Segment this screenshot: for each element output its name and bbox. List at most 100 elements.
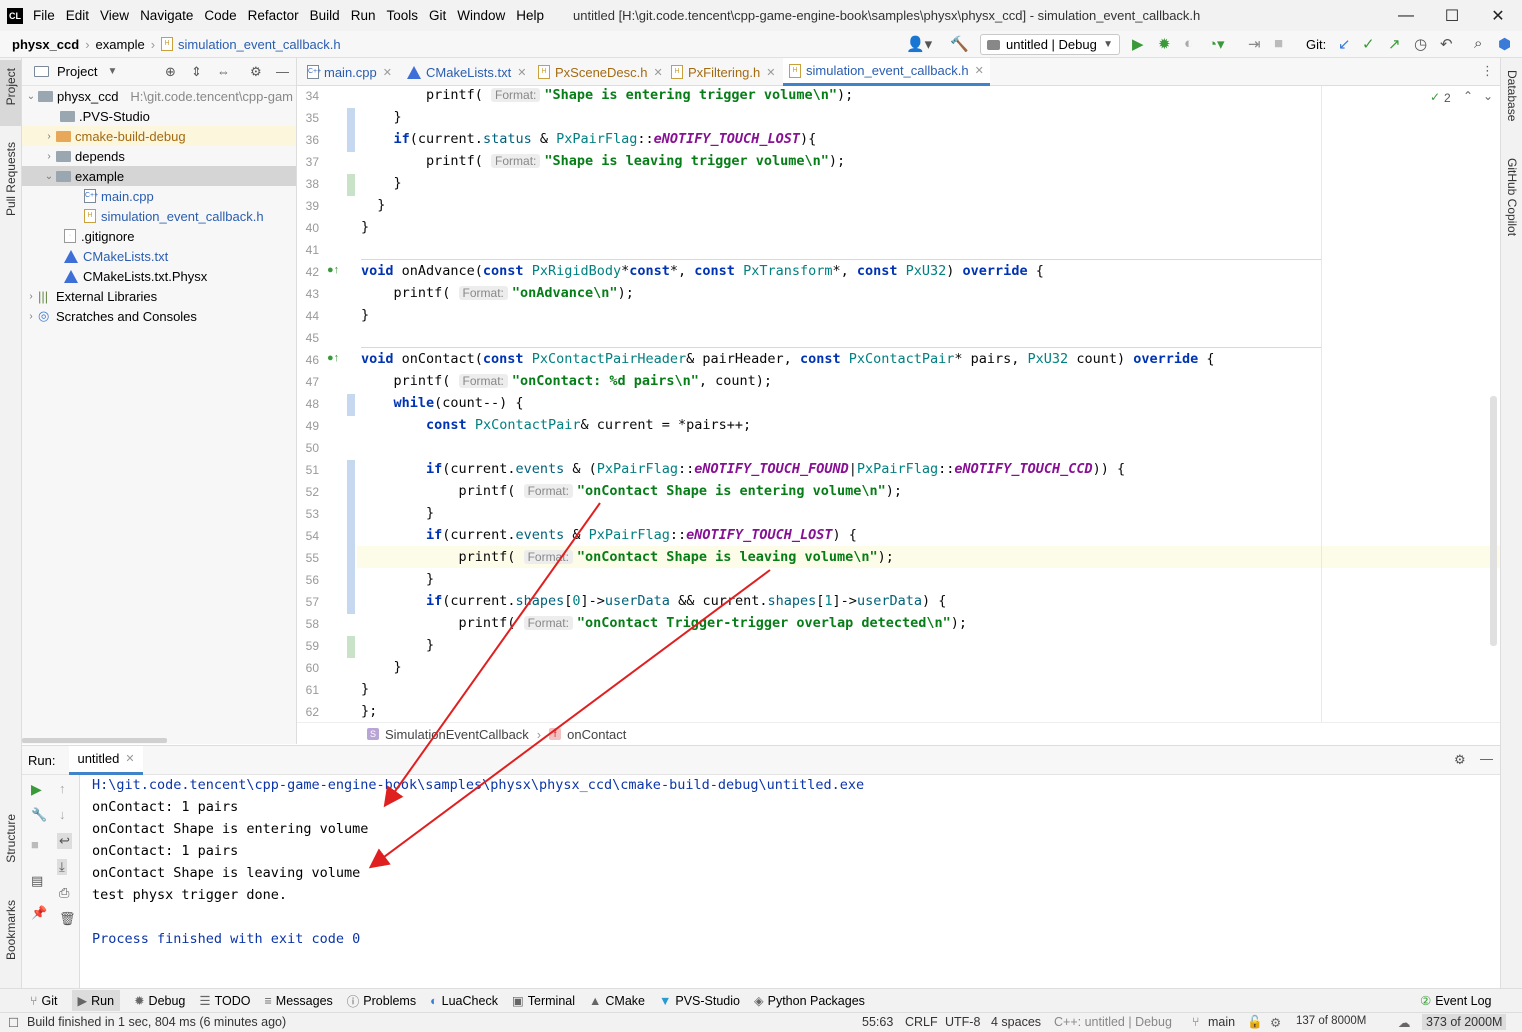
project-panel-title[interactable]: Project xyxy=(57,64,97,79)
vertical-scrollbar[interactable] xyxy=(1490,396,1497,646)
coverage-icon[interactable]: ◔▾ xyxy=(1208,35,1225,53)
git-history-icon[interactable]: ◷ xyxy=(1414,35,1427,53)
line-number[interactable]: 50 xyxy=(297,441,319,455)
down-arrow-icon[interactable]: ↓ xyxy=(59,807,66,822)
line-number[interactable]: 48 xyxy=(297,397,319,411)
layout-icon[interactable]: ▤ xyxy=(31,873,43,889)
line-number[interactable]: 58 xyxy=(297,617,319,631)
tab-pxscenedesc[interactable]: H PxSceneDesc.h ✕ xyxy=(532,58,669,86)
tool-project[interactable]: Project xyxy=(4,68,18,105)
line-number[interactable]: 35 xyxy=(297,111,319,125)
print-icon[interactable]: ⎙ xyxy=(59,885,69,901)
chevron-down-icon[interactable]: ⌄ xyxy=(1483,89,1493,103)
tree-item-pvs-studio[interactable]: .PVS-Studio xyxy=(22,106,296,126)
close-icon[interactable]: ✕ xyxy=(975,64,984,77)
vcs-change-marker[interactable] xyxy=(347,482,355,504)
menu-build[interactable]: Build xyxy=(310,8,340,23)
soft-wrap-icon[interactable]: ↩ xyxy=(57,833,72,849)
tool-pull-requests[interactable]: Pull Requests xyxy=(4,142,18,216)
tab-simulation-event-callback[interactable]: H simulation_event_callback.h ✕ xyxy=(783,58,990,86)
line-number[interactable]: 60 xyxy=(297,661,319,675)
close-icon[interactable]: ✕ xyxy=(517,66,526,79)
search-icon[interactable]: ⌕ xyxy=(1474,35,1482,52)
line-number[interactable]: 51 xyxy=(297,463,319,477)
git-rollback-icon[interactable]: ↶ xyxy=(1440,35,1453,53)
tool-luacheck[interactable]: ◐ LuaCheck xyxy=(430,994,498,1008)
line-number[interactable]: 34 xyxy=(297,89,319,103)
resolve-context[interactable]: C++: untitled | Debug xyxy=(1054,1015,1172,1029)
close-icon[interactable]: ✕ xyxy=(766,66,775,79)
pin-icon[interactable]: 📌 xyxy=(31,905,47,921)
menu-window[interactable]: Window xyxy=(457,8,505,23)
git-update-icon[interactable]: ↙ xyxy=(1338,35,1351,53)
tree-item-gitignore[interactable]: · .gitignore xyxy=(22,226,296,246)
breadcrumb-folder[interactable]: example xyxy=(96,37,145,52)
chevron-up-icon[interactable]: ⌃ xyxy=(1463,89,1473,103)
chevron-down-icon[interactable]: ▼ xyxy=(107,66,117,77)
settings-status-icon[interactable]: ⚙ xyxy=(1270,1015,1281,1030)
collapse-all-icon[interactable]: ⇔ xyxy=(217,64,230,79)
line-number[interactable]: 61 xyxy=(297,683,319,697)
run-tab-untitled[interactable]: untitled ✕ xyxy=(69,745,143,775)
tool-structure[interactable]: Structure xyxy=(4,814,18,863)
breadcrumb-class[interactable]: SimulationEventCallback xyxy=(385,727,529,742)
line-number[interactable]: 56 xyxy=(297,573,319,587)
line-number[interactable]: 54 xyxy=(297,529,319,543)
indent-setting[interactable]: 4 spaces xyxy=(991,1015,1041,1029)
tab-main-cpp[interactable]: C++ main.cpp ✕ xyxy=(301,58,398,86)
line-number-gutter[interactable]: 34 35 36 37 38 39 40 41 42 ●↑ 43 44 45 46 ●↑ 47 48 49 50 51… xyxy=(297,86,357,722)
rerun-icon[interactable]: ▶ xyxy=(31,781,42,798)
tree-item-example[interactable]: ⌄ example xyxy=(22,166,296,186)
tool-git[interactable]: ⑂ Git xyxy=(30,994,58,1008)
inspection-check-icon[interactable]: ✓ xyxy=(1430,90,1440,104)
vcs-change-marker[interactable] xyxy=(347,174,355,196)
override-icon[interactable]: ●↑ xyxy=(327,264,339,276)
line-number[interactable]: 43 xyxy=(297,287,319,301)
git-commit-icon[interactable]: ✓ xyxy=(1362,35,1375,53)
line-number[interactable]: 44 xyxy=(297,309,319,323)
trash-icon[interactable]: 🗑 xyxy=(59,911,76,927)
vcs-change-marker[interactable] xyxy=(347,504,355,526)
chevron-down-icon[interactable]: ⌄ xyxy=(24,91,38,102)
line-number[interactable]: 59 xyxy=(297,639,319,653)
minimize-icon[interactable]: — xyxy=(1383,0,1429,31)
line-number[interactable]: 45 xyxy=(297,331,319,345)
run-icon[interactable]: ▶ xyxy=(1132,35,1144,53)
tree-item-depends[interactable]: › depends xyxy=(22,146,296,166)
breadcrumb-file[interactable]: simulation_event_callback.h xyxy=(178,37,341,52)
vcs-change-marker[interactable] xyxy=(347,636,355,658)
menu-code[interactable]: Code xyxy=(204,8,236,23)
expand-all-icon[interactable]: ⇕ xyxy=(191,64,202,80)
line-number[interactable]: 62 xyxy=(297,705,319,719)
status-square-icon[interactable]: ☐ xyxy=(8,1015,19,1030)
attach-icon[interactable]: ⇥ xyxy=(1248,35,1261,53)
hide-panel-icon[interactable]: — xyxy=(276,64,289,79)
memory-indicator-1[interactable]: 137 of 8000M xyxy=(1296,1015,1366,1027)
close-icon[interactable]: ✕ xyxy=(1475,0,1521,31)
caret-position[interactable]: 55:63 xyxy=(862,1015,893,1029)
tool-github-copilot[interactable]: GitHub Copilot xyxy=(1505,158,1519,236)
breadcrumb-project[interactable]: physx_ccd xyxy=(12,37,79,52)
more-tabs-icon[interactable]: ⋮ xyxy=(1481,63,1494,79)
menu-view[interactable]: View xyxy=(100,8,129,23)
status-message[interactable]: Build finished in 1 sec, 804 ms (6 minut… xyxy=(27,1015,286,1029)
tool-run[interactable]: ▶ Run xyxy=(71,990,121,1011)
stop-icon[interactable]: ■ xyxy=(31,837,39,852)
git-push-icon[interactable]: ↗ xyxy=(1388,35,1401,53)
tree-item-cmakelists[interactable]: CMakeLists.txt xyxy=(22,246,296,266)
menu-help[interactable]: Help xyxy=(516,8,544,23)
copilot-icon[interactable]: ⬢ xyxy=(1498,35,1511,53)
tool-todo[interactable]: ☰ TODO xyxy=(199,993,250,1009)
line-number[interactable]: 38 xyxy=(297,177,319,191)
horizontal-scrollbar[interactable] xyxy=(22,738,167,743)
vcs-change-marker[interactable] xyxy=(347,108,355,130)
tree-item-simulation-event-callback[interactable]: H simulation_event_callback.h xyxy=(22,206,296,226)
vcs-change-marker[interactable] xyxy=(347,592,355,614)
tool-cmake[interactable]: ▲ CMake xyxy=(589,994,645,1008)
stop-icon[interactable]: ■ xyxy=(1274,35,1283,52)
menu-tools[interactable]: Tools xyxy=(386,8,418,23)
line-number[interactable]: 57 xyxy=(297,595,319,609)
cloud-icon[interactable]: ☁ xyxy=(1398,1015,1411,1030)
chevron-right-icon[interactable]: › xyxy=(42,151,56,162)
code-editor[interactable]: 34 35 36 37 38 39 40 41 42 ●↑ 43 44 45 46 ●↑ 47 48 49 50 51… xyxy=(297,86,1500,722)
